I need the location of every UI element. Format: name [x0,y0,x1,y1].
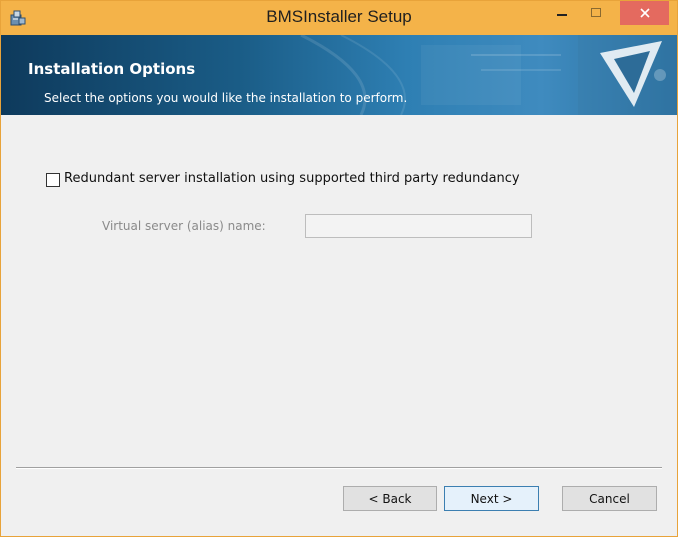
header-title: Installation Options [28,60,196,78]
close-button[interactable] [620,1,669,25]
close-icon [639,8,650,18]
virtual-server-input[interactable] [305,214,532,238]
back-button[interactable]: < Back [343,486,437,511]
minimize-button[interactable] [547,1,577,25]
installer-window: BMSInstaller Setup Installation Options … [0,0,678,537]
redundant-server-label[interactable]: Redundant server installation using supp… [64,171,520,186]
options-panel: Redundant server installation using supp… [1,115,677,469]
title-bar: BMSInstaller Setup [1,1,677,35]
maximize-icon [591,8,601,17]
brand-logo-icon [578,35,677,115]
header-subtitle: Select the options you would like the in… [44,91,408,105]
redundant-server-checkbox[interactable] [46,173,60,187]
banner-header: Installation Options Select the options … [1,35,677,115]
virtual-server-label: Virtual server (alias) name: [102,219,266,233]
footer-divider [16,467,662,469]
maximize-button[interactable] [581,1,611,25]
cancel-button[interactable]: Cancel [562,486,657,511]
minimize-icon [557,14,567,16]
next-button[interactable]: Next > [444,486,539,511]
